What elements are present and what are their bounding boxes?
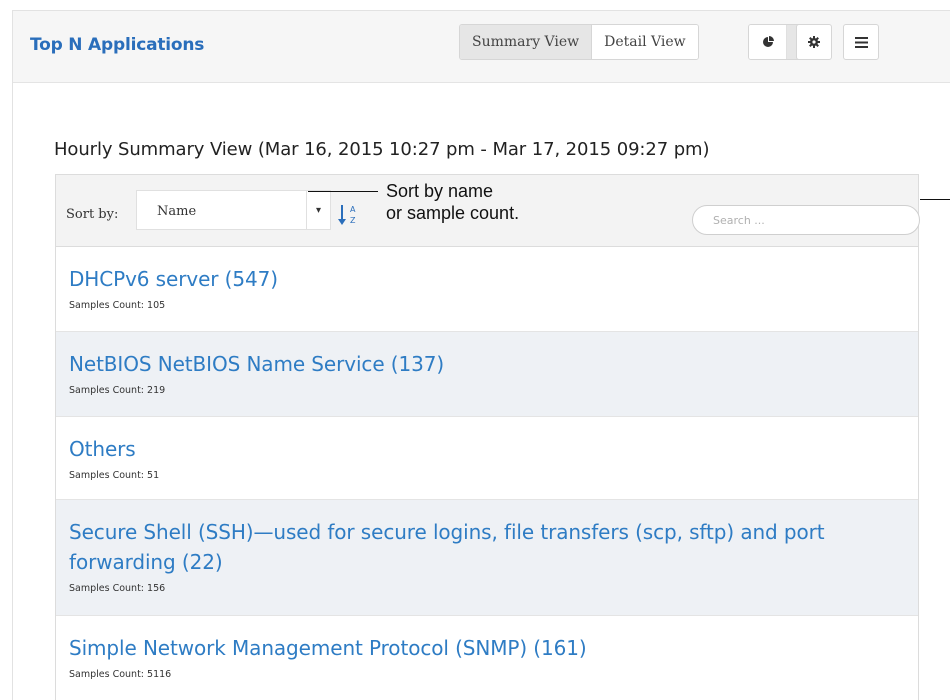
svg-text:Z: Z <box>350 216 356 225</box>
panel-header: Top N Applications Summary View Detail V… <box>13 11 950 83</box>
menu-icon <box>854 33 868 52</box>
view-toggle: Summary View Detail View <box>459 24 699 60</box>
pie-chart-button[interactable] <box>749 25 786 59</box>
list-item: DHCPv6 server (547) Samples Count: 105 <box>56 247 918 332</box>
list-item: Simple Network Management Protocol (SNMP… <box>56 616 918 700</box>
sort-by-select[interactable]: Name ▾ <box>136 190 331 230</box>
samples-count: Samples Count: 156 <box>69 583 166 594</box>
summary-heading: Hourly Summary View (Mar 16, 2015 10:27 … <box>54 139 710 160</box>
detail-view-button[interactable]: Detail View <box>591 25 698 59</box>
callout-leader-line <box>308 191 378 192</box>
chevron-down-icon: ▾ <box>306 191 330 229</box>
app-link[interactable]: Secure Shell (SSH)—used for secure login… <box>69 517 869 577</box>
applications-list: DHCPv6 server (547) Samples Count: 105 N… <box>56 247 918 700</box>
callout-line-2: or sample count. <box>386 203 520 223</box>
app-link[interactable]: DHCPv6 server (547) <box>69 264 918 294</box>
samples-count: Samples Count: 5116 <box>69 669 172 680</box>
callout-line-1: Sort by name <box>386 181 494 201</box>
menu-button[interactable] <box>843 24 879 60</box>
settings-button[interactable] <box>796 24 832 60</box>
app-link[interactable]: Simple Network Management Protocol (SNMP… <box>69 633 918 663</box>
sort-alpha-icon: A Z <box>337 205 359 231</box>
sort-by-label: Sort by: <box>66 207 119 222</box>
gear-icon <box>808 33 820 52</box>
applications-table: Sort by: Name ▾ A Z Sort by name or samp… <box>55 174 920 700</box>
samples-count: Samples Count: 51 <box>69 470 160 481</box>
right-edge-leader-line <box>920 199 950 200</box>
sort-by-value: Name <box>157 204 197 219</box>
sort-direction-button[interactable]: A Z <box>337 203 359 227</box>
samples-count: Samples Count: 219 <box>69 385 166 396</box>
top-n-applications-panel: Top N Applications Summary View Detail V… <box>12 10 950 700</box>
chevron-down-glyph: ▾ <box>315 204 322 216</box>
table-toolbar: Sort by: Name ▾ A Z Sort by name or samp… <box>56 175 920 247</box>
search-input[interactable] <box>692 205 920 235</box>
list-item: Others Samples Count: 51 <box>56 417 918 500</box>
app-link[interactable]: Others <box>69 434 918 464</box>
list-item: Secure Shell (SSH)—used for secure login… <box>56 500 918 616</box>
samples-count: Samples Count: 105 <box>69 300 166 311</box>
pie-chart-icon <box>762 33 774 52</box>
panel-title: Top N Applications <box>30 35 205 55</box>
sort-callout: Sort by name or sample count. <box>386 180 519 224</box>
app-link[interactable]: NetBIOS NetBIOS Name Service (137) <box>69 349 918 379</box>
svg-text:A: A <box>350 205 356 214</box>
summary-view-button[interactable]: Summary View <box>460 25 592 59</box>
list-item: NetBIOS NetBIOS Name Service (137) Sampl… <box>56 332 918 417</box>
